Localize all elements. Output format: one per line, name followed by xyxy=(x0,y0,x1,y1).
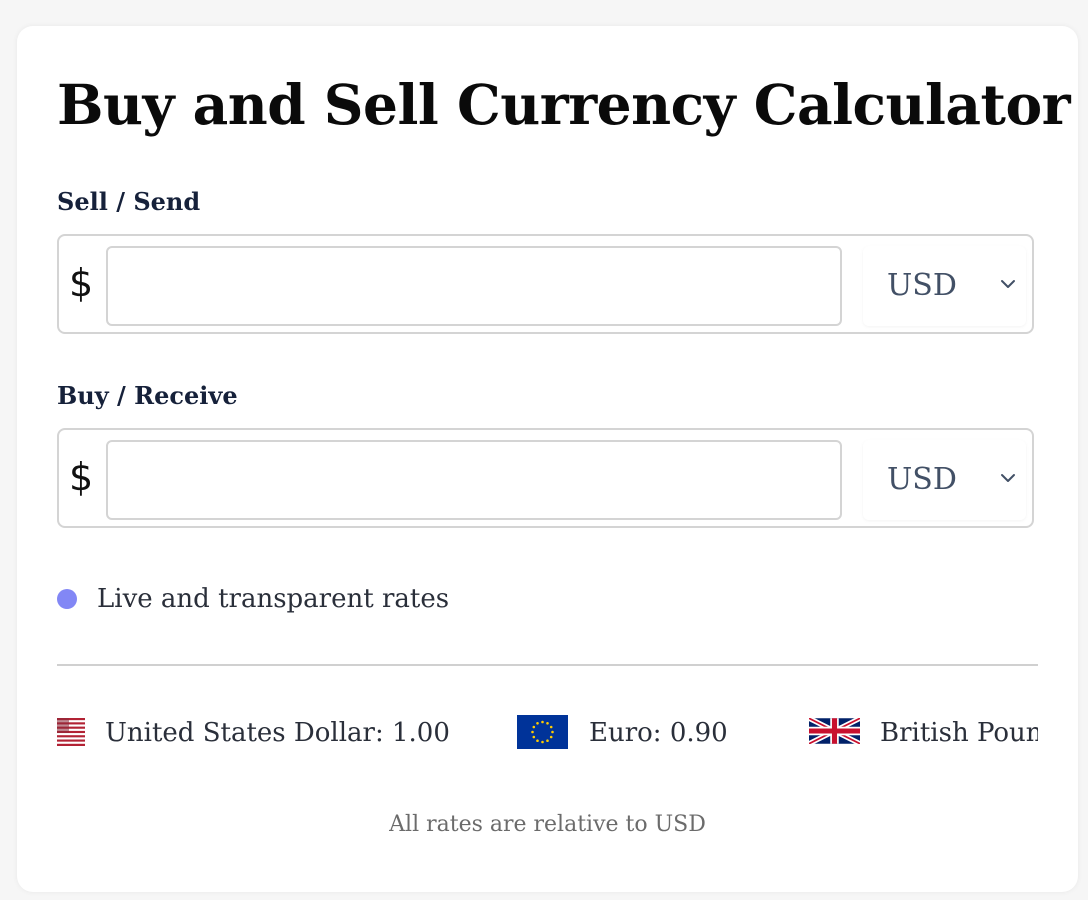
sell-field-group: $ USD xyxy=(57,234,1034,334)
page-title: Buy and Sell Currency Calculator xyxy=(57,72,1071,137)
live-status-dot xyxy=(57,589,77,609)
rates-footnote: All rates are relative to USD xyxy=(389,812,706,837)
buy-field-group: $ USD xyxy=(57,428,1034,528)
divider xyxy=(57,664,1038,666)
sell-currency-symbol: $ xyxy=(69,261,94,305)
buy-amount-input[interactable] xyxy=(106,440,842,520)
calculator-card: Buy and Sell Currency Calculator Sell / … xyxy=(17,26,1078,892)
eu-flag-icon xyxy=(517,715,568,749)
buy-currency-symbol: $ xyxy=(69,455,94,499)
uk-flag-icon xyxy=(809,718,860,744)
rates-ticker: United States Dollar: 1.00 Euro: 0.90 Br… xyxy=(57,714,1038,754)
buy-label: Buy / Receive xyxy=(57,381,238,410)
rate-text-gbp: British Pound xyxy=(880,718,1038,748)
buy-currency-value: USD xyxy=(887,462,957,497)
live-rates-text: Live and transparent rates xyxy=(97,584,450,614)
sell-currency-value: USD xyxy=(887,268,957,303)
buy-currency-select[interactable]: USD xyxy=(863,440,1026,520)
us-flag-icon xyxy=(57,718,85,746)
rate-text-eur: Euro: 0.90 xyxy=(589,718,728,748)
chevron-down-icon xyxy=(1001,280,1015,288)
chevron-down-icon xyxy=(1001,474,1015,482)
sell-currency-select[interactable]: USD xyxy=(863,246,1026,326)
sell-amount-input[interactable] xyxy=(106,246,842,326)
sell-label: Sell / Send xyxy=(57,187,201,216)
rate-text-usd: United States Dollar: 1.00 xyxy=(105,718,450,748)
